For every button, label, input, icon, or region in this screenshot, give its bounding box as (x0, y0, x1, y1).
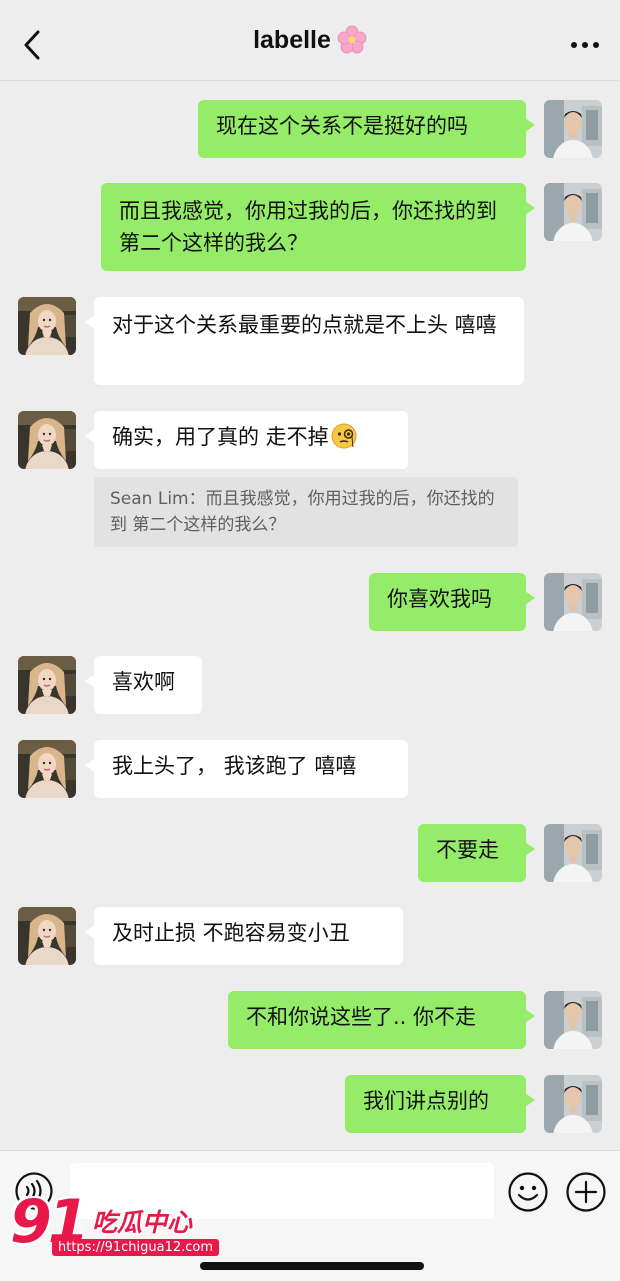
my-avatar[interactable] (544, 573, 602, 631)
quoted-message[interactable]: Sean Lim：而且我感觉，你用过我的后，你还找的到 第二个这样的我么？ (94, 477, 518, 547)
more-options-button[interactable] (568, 30, 602, 60)
outgoing-message-bubble[interactable]: 不要走 (418, 824, 535, 882)
incoming-message-bubble[interactable]: 及时止损 不跑容易变小丑 (85, 907, 403, 965)
emoji-button[interactable] (507, 1171, 549, 1213)
outgoing-message-bubble[interactable]: 现在这个关系不是挺好的吗 (198, 100, 535, 158)
cherry-blossom-icon (337, 25, 367, 54)
plus-icon (566, 1172, 606, 1212)
outgoing-message-bubble[interactable]: 而且我感觉，你用过我的后，你还找的到 第二个这样的我么？ (101, 183, 535, 271)
home-indicator[interactable] (200, 1262, 424, 1270)
incoming-message-bubble[interactable]: 确实，用了真的 走不掉 (85, 411, 408, 469)
outgoing-message-bubble[interactable]: 你喜欢我吗 (369, 573, 535, 631)
incoming-message-bubble[interactable]: 我上头了， 我该跑了 嘻嘻 (85, 740, 408, 798)
more-actions-button[interactable] (565, 1171, 607, 1213)
my-avatar[interactable] (544, 100, 602, 158)
my-avatar[interactable] (544, 991, 602, 1049)
outgoing-message-bubble[interactable]: 不和你说这些了.. 你不走 (228, 991, 535, 1049)
my-avatar[interactable] (544, 183, 602, 241)
incoming-message-bubble[interactable]: 对于这个关系最重要的点就是不上头 嘻嘻 (85, 297, 524, 385)
face-with-monocle-emoji (331, 423, 357, 449)
message-text: 确实，用了真的 走不掉 (112, 425, 329, 449)
chat-header: labelle (0, 0, 620, 81)
contact-avatar[interactable] (18, 907, 76, 965)
back-button[interactable] (18, 28, 46, 62)
incoming-message-bubble[interactable]: 喜欢啊 (85, 656, 202, 714)
contact-avatar[interactable] (18, 740, 76, 798)
my-avatar[interactable] (544, 824, 602, 882)
contact-avatar[interactable] (18, 411, 76, 469)
smiley-icon (508, 1172, 548, 1212)
my-avatar[interactable] (544, 1075, 602, 1133)
contact-avatar[interactable] (18, 297, 76, 355)
chat-title: labelle (253, 25, 331, 54)
more-dots-icon (571, 42, 599, 48)
watermark-url: https://91chigua12.com (52, 1239, 220, 1256)
watermark-text: 吃瓜中心 (92, 1208, 193, 1237)
site-watermark: 91 吃瓜中心 https://91chigua12.com (10, 1187, 220, 1265)
chevron-left-icon (24, 30, 40, 60)
contact-avatar[interactable] (18, 656, 76, 714)
outgoing-message-bubble[interactable]: 我们讲点别的 (345, 1075, 535, 1133)
